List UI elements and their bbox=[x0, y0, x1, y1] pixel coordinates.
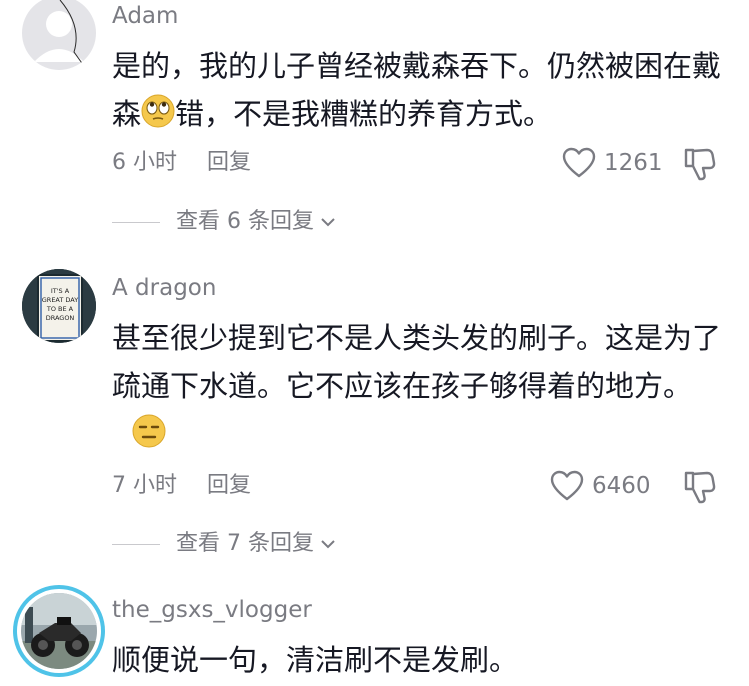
view-replies-label: 查看 6 条回复 bbox=[176, 209, 314, 234]
heart-icon bbox=[550, 470, 584, 501]
dislike-button[interactable] bbox=[683, 469, 717, 509]
comment-text: 甚至很少提到它不是人类头发的刷子。这是为了疏通下水道。它不应该在孩子够得着的地方… bbox=[112, 314, 727, 462]
like-count: 1261 bbox=[604, 149, 663, 176]
sign-line: GREAT DAY bbox=[42, 296, 78, 304]
dislike-button[interactable] bbox=[683, 146, 717, 186]
thumbs-down-icon bbox=[684, 148, 716, 181]
like-button[interactable]: 6460 bbox=[550, 470, 651, 502]
view-replies-button[interactable]: 查看 6 条回复 bbox=[112, 211, 336, 233]
username[interactable]: the_gsxs_vlogger bbox=[112, 599, 312, 622]
comment-meta: 7 小时 回复 bbox=[112, 475, 251, 497]
heart-icon bbox=[562, 147, 596, 178]
sign-line: IT'S A bbox=[51, 287, 70, 295]
chevron-down-icon bbox=[321, 540, 335, 549]
chevron-down-icon bbox=[321, 218, 335, 227]
comment-meta: 6 小时 回复 bbox=[112, 152, 251, 174]
reply-button[interactable]: 回复 bbox=[207, 473, 251, 498]
comment-text: 是的，我的儿子曾经被戴森吞下。仍然被困在戴森 错，不是我糟糕的养育方式。 bbox=[112, 42, 727, 142]
divider-line bbox=[112, 221, 160, 223]
timestamp: 6 小时 bbox=[112, 150, 177, 175]
avatar[interactable]: IT'S A GREAT DAY TO BE A DRAGON bbox=[22, 269, 96, 343]
thumbs-down-icon bbox=[684, 471, 716, 504]
sign-avatar-image: IT'S A GREAT DAY TO BE A DRAGON bbox=[22, 269, 96, 343]
view-replies-label: 查看 7 条回复 bbox=[176, 531, 314, 556]
username[interactable]: A dragon bbox=[112, 277, 216, 300]
rolling-eyes-emoji-icon bbox=[141, 94, 175, 142]
comment-text-part: 错，不是我糟糕的养育方式。 bbox=[175, 97, 553, 131]
like-button[interactable]: 1261 bbox=[562, 147, 663, 179]
username[interactable]: Adam bbox=[112, 5, 178, 28]
motorcycle-photo-image bbox=[21, 593, 97, 669]
default-avatar-icon bbox=[34, 0, 85, 67]
timestamp: 7 小时 bbox=[112, 473, 177, 498]
comment-text: 顺便说一句，清洁刷不是发刷。 bbox=[112, 643, 519, 677]
reply-button[interactable]: 回复 bbox=[207, 150, 251, 175]
like-count: 6460 bbox=[592, 472, 651, 499]
view-replies-button[interactable]: 查看 7 条回复 bbox=[112, 533, 336, 555]
comment-text-body: 甚至很少提到它不是人类头发的刷子。这是为了疏通下水道。它不应该在孩子够得着的地方… bbox=[112, 321, 722, 403]
sign-line: TO BE A bbox=[46, 305, 74, 313]
divider-line bbox=[112, 543, 160, 545]
expressionless-emoji-icon bbox=[132, 414, 166, 462]
avatar[interactable] bbox=[13, 585, 105, 677]
sign-line: DRAGON bbox=[46, 314, 75, 322]
avatar[interactable] bbox=[22, 0, 96, 70]
